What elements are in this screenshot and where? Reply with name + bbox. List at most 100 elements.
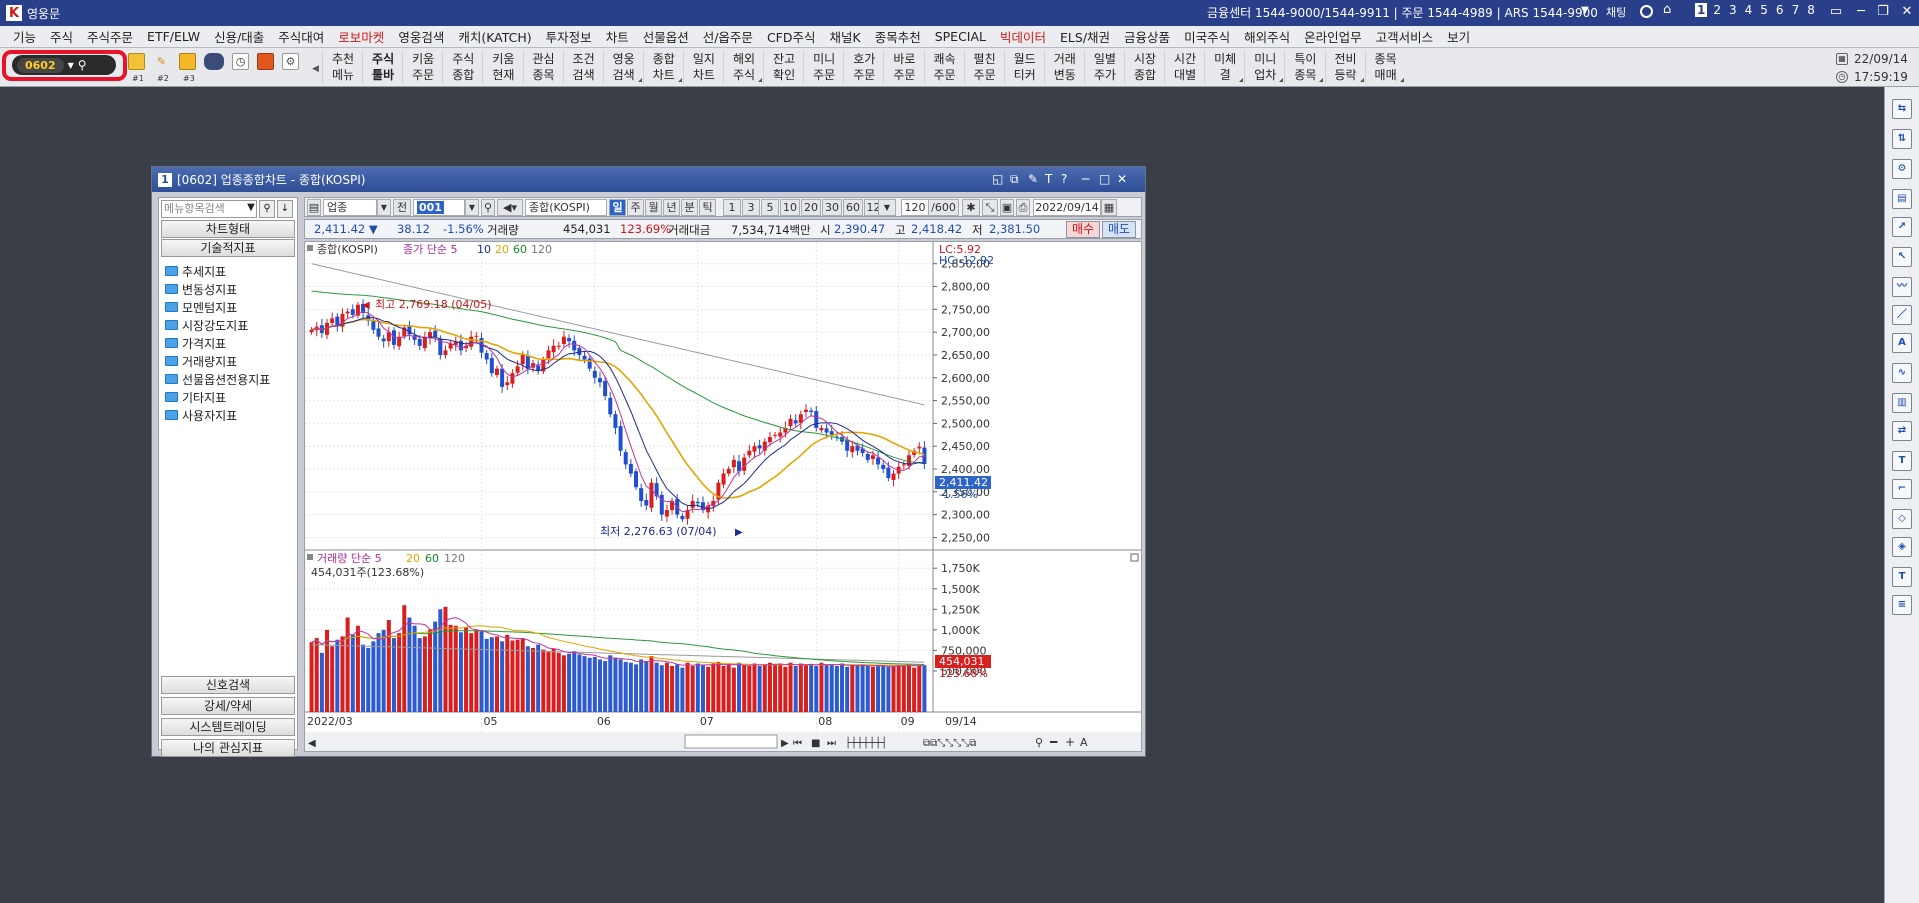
quick-button-16[interactable]: 펼친 주문: [963, 50, 1005, 84]
interval-3[interactable]: 10: [780, 199, 800, 216]
interval-5[interactable]: 30: [822, 199, 842, 216]
layout-icon[interactable]: ▤: [307, 199, 321, 216]
audio-icon[interactable]: ◀▾: [497, 199, 523, 216]
cursor-icon[interactable]: ↖: [1892, 247, 1912, 267]
clock-icon[interactable]: ◷: [232, 53, 249, 70]
window-close-icon[interactable]: ✕: [1117, 172, 1127, 186]
tool-star-icon[interactable]: ✱: [962, 199, 980, 216]
lock-icon[interactable]: [179, 53, 196, 70]
menu-item-13[interactable]: CFD주식: [760, 27, 823, 46]
quick-button-18[interactable]: 거래 변동: [1043, 50, 1085, 84]
quick-button-21[interactable]: 시간 대별: [1164, 50, 1205, 84]
eraser-icon[interactable]: ◇: [1892, 509, 1912, 529]
interval-1[interactable]: 3: [742, 199, 760, 216]
panel-search-icon[interactable]: ⚲: [259, 200, 275, 218]
swap-icon[interactable]: ⇄: [1892, 421, 1912, 441]
home-icon[interactable]: ⌂: [1663, 3, 1677, 17]
interval-2[interactable]: 5: [761, 199, 779, 216]
screen-icon[interactable]: ▭: [1826, 4, 1846, 19]
toolbar-scroll-left-icon[interactable]: ◀: [312, 64, 319, 74]
menu-item-17[interactable]: 빅데이터: [993, 27, 1053, 46]
menu-item-18[interactable]: ELS/채권: [1053, 27, 1117, 46]
auto-icon[interactable]: A: [1892, 333, 1912, 353]
help-icon[interactable]: ?: [1061, 172, 1067, 186]
menu-item-15[interactable]: 종목추천: [868, 27, 928, 46]
interval-dropdown-icon[interactable]: ▼: [878, 199, 896, 216]
folder-item[interactable]: 거래량지표: [165, 352, 270, 370]
code-input[interactable]: 001: [413, 199, 465, 216]
text-icon[interactable]: T: [1045, 172, 1052, 186]
list-icon[interactable]: ≡: [1892, 595, 1912, 615]
menu-item-3[interactable]: ETF/ELW: [140, 29, 207, 44]
menu-item-11[interactable]: 선물옵션: [636, 27, 696, 46]
close-icon[interactable]: ✕: [1897, 4, 1917, 19]
text-tool-icon[interactable]: T: [1892, 451, 1912, 471]
quick-button-22[interactable]: 미체 결: [1204, 50, 1245, 84]
eraser-all-icon[interactable]: ◈: [1892, 537, 1912, 557]
minimize-icon[interactable]: ─: [1851, 4, 1871, 19]
settings-gear-icon[interactable]: ⚙: [282, 53, 299, 70]
refresh-icon[interactable]: [1640, 5, 1653, 18]
menu-item-16[interactable]: SPECIAL: [928, 29, 993, 44]
page-5[interactable]: 5: [1758, 3, 1770, 17]
panel-tab-3[interactable]: 나의 관심지표: [161, 739, 295, 757]
menu-item-22[interactable]: 온라인업무: [1297, 27, 1369, 46]
period-2[interactable]: 월: [645, 199, 662, 216]
quick-button-3[interactable]: 주식 종합: [442, 50, 483, 84]
quick-button-19[interactable]: 일별 주가: [1083, 50, 1125, 84]
wave-icon[interactable]: ∿: [1892, 363, 1912, 383]
folder-item[interactable]: 가격지표: [165, 334, 270, 352]
quick-button-23[interactable]: 미니 업차: [1244, 50, 1285, 84]
page-1[interactable]: 1: [1695, 3, 1708, 17]
folder-item[interactable]: 선물옵션전용지표: [165, 370, 270, 388]
menu-item-14[interactable]: 채널K: [822, 27, 867, 46]
menu-item-19[interactable]: 금융상품: [1117, 27, 1177, 46]
pin-icon[interactable]: ✎: [1028, 172, 1038, 186]
quick-button-6[interactable]: 조건 검색: [562, 50, 604, 84]
panel-tab-0[interactable]: 신호검색: [161, 676, 295, 694]
menu-item-2[interactable]: 주식주문: [80, 27, 140, 46]
candle-icon[interactable]: ▥: [1892, 393, 1912, 413]
quick-button-17[interactable]: 월드 티커: [1003, 50, 1045, 84]
page-3[interactable]: 3: [1727, 3, 1739, 17]
page-4[interactable]: 4: [1743, 3, 1755, 17]
diagonal-line-icon[interactable]: ／: [1892, 305, 1912, 325]
menu-item-7[interactable]: 영웅검색: [391, 27, 451, 46]
quick-button-24[interactable]: 특이 종목: [1284, 50, 1325, 84]
quick-button-13[interactable]: 호가 주문: [843, 50, 884, 84]
quick-button-4[interactable]: 키움 현재: [482, 50, 523, 84]
slot-1[interactable]: #1: [132, 74, 144, 83]
quick-button-26[interactable]: 종목 매매: [1364, 50, 1406, 84]
camera-icon[interactable]: [204, 53, 224, 70]
folder-item[interactable]: 기타지표: [165, 388, 270, 406]
chat-label[interactable]: 채팅: [1606, 4, 1626, 20]
period-3[interactable]: 년: [663, 199, 680, 216]
sort-icon[interactable]: ⇅: [1892, 129, 1912, 149]
type-select[interactable]: 업종: [323, 199, 377, 216]
menu-item-8[interactable]: 캐치(KATCH): [451, 27, 538, 46]
chart-canvas[interactable]: ◀▶ 2,850,002,800,002,750,002,700,002,650…: [304, 242, 1141, 751]
text-box-icon[interactable]: T: [1892, 567, 1912, 587]
link-icon[interactable]: ⇆: [1892, 99, 1912, 119]
menu-item-23[interactable]: 고객서비스: [1369, 27, 1441, 46]
quick-button-20[interactable]: 시장 종합: [1124, 50, 1165, 84]
menu-item-6[interactable]: 로보마켓: [331, 27, 391, 46]
menu-item-10[interactable]: 차트: [599, 27, 636, 46]
slot-3[interactable]: #3: [183, 74, 195, 83]
link-icon[interactable]: ◱: [992, 172, 1003, 186]
menu-item-21[interactable]: 해외주식: [1237, 27, 1297, 46]
pen-icon[interactable]: ✎: [153, 53, 170, 70]
period-4[interactable]: 분: [681, 199, 698, 216]
menu-item-24[interactable]: 보기: [1440, 27, 1477, 46]
folder-item[interactable]: 변동성지표: [165, 280, 270, 298]
tool-save-icon[interactable]: ▣: [1000, 199, 1014, 216]
interval-4[interactable]: 20: [801, 199, 821, 216]
gear-icon[interactable]: ⚙: [1892, 159, 1912, 179]
chart-window-titlebar[interactable]: 1 [0602] 업종종합차트 - 종합(KOSPI) ◱ ⧉ ✎ T ? ─ …: [152, 167, 1145, 192]
folder-item[interactable]: 시장강도지표: [165, 316, 270, 334]
copy-icon[interactable]: ⧉: [1010, 172, 1019, 187]
interval-0[interactable]: 1: [723, 199, 741, 216]
folder-item[interactable]: 추세지표: [165, 262, 270, 280]
menu-search-input[interactable]: 메뉴항목검색: [161, 200, 257, 218]
chart-up-icon[interactable]: ↗: [1892, 217, 1912, 237]
